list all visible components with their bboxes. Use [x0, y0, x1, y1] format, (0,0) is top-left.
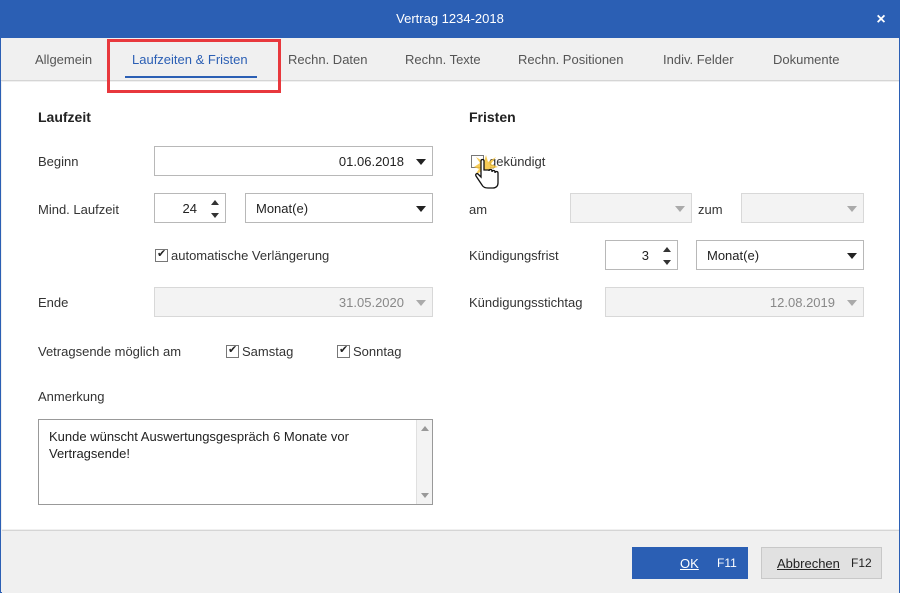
mind-laufzeit-unit-select[interactable]: Monat(e)	[245, 193, 433, 223]
beginn-date-picker[interactable]: 01.06.2018	[154, 146, 433, 176]
mind-laufzeit-stepper[interactable]: 24	[154, 193, 226, 223]
spin-up-icon[interactable]	[211, 200, 219, 205]
cancel-button-label: Abbrechen	[777, 556, 840, 571]
ende-value: 31.05.2020	[338, 295, 404, 310]
anmerkung-label: Anmerkung	[38, 389, 105, 404]
mind-laufzeit-unit-value: Monat(e)	[256, 201, 309, 216]
samstag-label: Samstag	[242, 344, 294, 359]
tab-allgemein[interactable]: Allgemein	[35, 52, 92, 67]
chevron-down-icon	[675, 206, 685, 212]
cancel-button[interactable]: Abbrechen F12	[761, 547, 882, 579]
anmerkung-scrollbar[interactable]	[416, 420, 432, 504]
samstag-checkbox[interactable]	[226, 343, 239, 358]
auto-verlaengerung-checkbox[interactable]	[155, 247, 168, 262]
fristen-heading: Fristen	[469, 109, 516, 125]
tab-rechn-daten[interactable]: Rechn. Daten	[288, 52, 368, 67]
kuendigungsfrist-label: Kündigungsfrist	[469, 248, 559, 263]
ok-button[interactable]: OK F11	[632, 547, 748, 579]
chevron-down-icon	[416, 300, 426, 306]
auto-verlaengerung-label: automatische Verlängerung	[171, 248, 330, 263]
ok-button-label: OK	[680, 556, 699, 571]
vertragsende-label: Vetragsende möglich am	[38, 344, 182, 359]
tab-rechn-positionen[interactable]: Rechn. Positionen	[518, 52, 624, 67]
tab-rechn-texte[interactable]: Rechn. Texte	[405, 52, 481, 67]
close-icon[interactable]: ×	[863, 1, 899, 38]
scroll-down-icon[interactable]	[421, 493, 429, 498]
beginn-value: 01.06.2018	[338, 154, 404, 169]
kuendigungsfrist-unit-value: Monat(e)	[707, 248, 760, 263]
chevron-down-icon[interactable]	[416, 159, 426, 165]
gekuendigt-label: gekündigt	[489, 154, 546, 169]
dialog-footer: OK F11 Abbrechen F12	[2, 530, 899, 593]
kuendigungsfrist-value: 3	[641, 248, 649, 263]
am-date-picker	[570, 193, 692, 223]
chevron-down-icon[interactable]	[416, 206, 426, 212]
spin-down-icon[interactable]	[211, 213, 219, 218]
spin-up-icon[interactable]	[663, 247, 671, 252]
ok-shortcut: F11	[717, 556, 737, 570]
chevron-down-icon[interactable]	[847, 253, 857, 259]
kuendigungsstichtag-value: 12.08.2019	[769, 295, 835, 310]
am-label: am	[469, 202, 488, 217]
zum-label: zum	[698, 202, 723, 217]
anmerkung-textarea[interactable]: Kunde wünscht Auswertungsgespräch 6 Mona…	[38, 419, 433, 505]
mind-laufzeit-value: 24	[182, 201, 197, 216]
sonntag-label: Sonntag	[353, 344, 402, 359]
cancel-shortcut: F12	[851, 556, 872, 570]
window-title: Vertrag 1234-2018	[396, 11, 504, 26]
gekuendigt-checkbox[interactable]	[471, 155, 484, 168]
kuendigungsfrist-stepper[interactable]: 3	[605, 240, 678, 270]
beginn-label: Beginn	[38, 154, 79, 169]
laufzeit-heading: Laufzeit	[38, 109, 91, 125]
tab-dokumente[interactable]: Dokumente	[773, 52, 839, 67]
tab-indiv-felder[interactable]: Indiv. Felder	[663, 52, 734, 67]
kuendigungsfrist-unit-select[interactable]: Monat(e)	[696, 240, 864, 270]
ende-date-picker: 31.05.2020	[154, 287, 433, 317]
anmerkung-text: Kunde wünscht Auswertungsgespräch 6 Mona…	[49, 429, 349, 461]
tab-highlight-box	[107, 39, 281, 93]
zum-date-picker	[741, 193, 864, 223]
title-bar: Vertrag 1234-2018 ×	[1, 1, 899, 38]
ende-label: Ende	[38, 295, 69, 310]
scroll-up-icon[interactable]	[421, 426, 429, 431]
mind-laufzeit-label: Mind. Laufzeit	[38, 202, 119, 217]
chevron-down-icon	[847, 206, 857, 212]
kuendigungsstichtag-label: Kündigungsstichtag	[469, 295, 583, 310]
chevron-down-icon	[847, 300, 857, 306]
sonntag-checkbox[interactable]	[337, 343, 350, 358]
spin-down-icon[interactable]	[663, 260, 671, 265]
kuendigungsstichtag-date-picker: 12.08.2019	[605, 287, 864, 317]
